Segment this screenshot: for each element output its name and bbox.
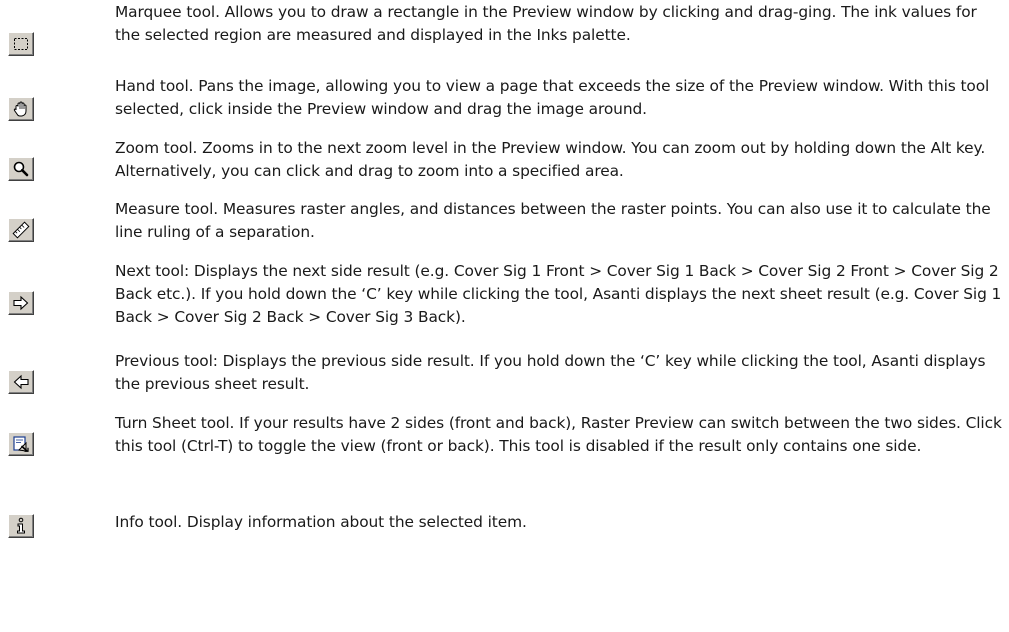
hand-icon[interactable] xyxy=(8,97,34,121)
turn-sheet-icon[interactable] xyxy=(8,432,34,456)
previous-arrow-icon[interactable] xyxy=(8,370,34,394)
marquee-icon[interactable] xyxy=(8,32,34,56)
tool-description: Measure tool. Measures raster angles, an… xyxy=(115,200,991,241)
info-icon[interactable] xyxy=(8,514,34,538)
zoom-icon[interactable] xyxy=(8,157,34,181)
tool-description: Turn Sheet tool. If your results have 2 … xyxy=(115,414,1002,455)
next-arrow-icon[interactable] xyxy=(8,291,34,315)
tool-description: Marquee tool. Allows you to draw a recta… xyxy=(115,3,977,44)
tool-description: Hand tool. Pans the image, allowing you … xyxy=(115,77,990,118)
tool-description: Info tool. Display information about the… xyxy=(115,513,527,531)
tool-description: Zoom tool. Zooms in to the next zoom lev… xyxy=(115,139,986,180)
tool-description: Next tool: Displays the next side result… xyxy=(115,262,1002,326)
tool-description: Previous tool: Displays the previous sid… xyxy=(115,352,986,393)
measure-icon[interactable] xyxy=(8,218,34,242)
